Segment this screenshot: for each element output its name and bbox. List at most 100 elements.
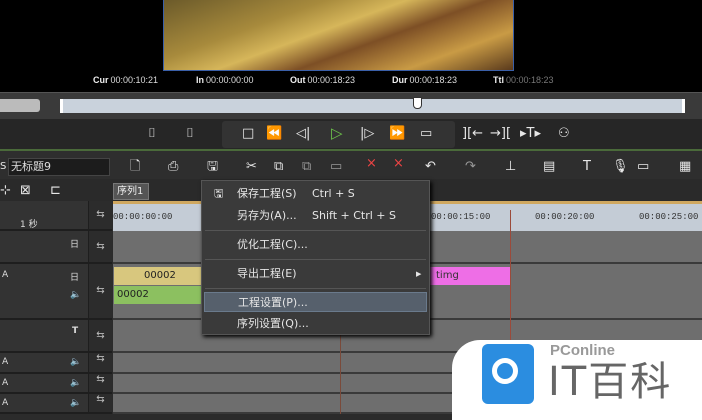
menu-shortcut: Ctrl + S bbox=[312, 187, 355, 200]
sync-icon[interactable]: ⇆ bbox=[88, 320, 112, 353]
pink-clip[interactable]: timg bbox=[430, 267, 510, 285]
audio-track-header: A 🔈 bbox=[0, 394, 88, 414]
step-back-icon[interactable]: ◁| bbox=[296, 127, 310, 141]
mixer-icon[interactable]: ▤ bbox=[543, 160, 555, 174]
fast-forward-icon[interactable]: ⏩ bbox=[389, 127, 405, 141]
menu-separator bbox=[205, 288, 426, 289]
out-label: Out bbox=[290, 75, 306, 85]
speaker-icon[interactable]: 🔈 bbox=[70, 398, 81, 408]
menu-item-save[interactable]: 🖫 保存工程(S) Ctrl + S bbox=[202, 184, 429, 204]
cut-icon[interactable]: ✂ bbox=[246, 160, 257, 174]
save-icon: 🖫 bbox=[214, 187, 224, 200]
out-timecode: Out 00:00:18:23 bbox=[290, 75, 355, 85]
menu-item-save-as[interactable]: 另存为(A)... Shift + Ctrl + S bbox=[202, 206, 429, 226]
audio-track-header: A 🔈 bbox=[0, 353, 88, 374]
ruler-tick: 00:00:20:00 bbox=[535, 212, 595, 222]
out-value: 00:00:18:23 bbox=[307, 75, 356, 85]
export-icon[interactable]: ⚇ bbox=[558, 127, 570, 141]
speaker-icon[interactable]: 🔈 bbox=[70, 290, 81, 300]
in-value: 00:00:00:00 bbox=[206, 75, 254, 85]
stop-icon[interactable]: □ bbox=[242, 127, 254, 141]
track-header: A 日 🔈 bbox=[0, 264, 88, 320]
menu-label: 工程设置(P)... bbox=[238, 296, 308, 309]
menu-label: 导出工程(E) bbox=[237, 267, 297, 280]
cur-label: Cur bbox=[93, 75, 109, 85]
insert-icon[interactable]: ▭ bbox=[330, 160, 342, 174]
track-toggle-icon[interactable]: 日 bbox=[70, 270, 79, 283]
expand-icon[interactable]: ⊹ bbox=[0, 184, 11, 198]
loop-icon[interactable]: ▭ bbox=[420, 127, 432, 141]
ruler-tick: 00:00:15:00 bbox=[431, 212, 491, 222]
set-out-icon[interactable]: ⌷ bbox=[186, 127, 194, 141]
track-label: A bbox=[2, 378, 9, 388]
menu-item-optimize[interactable]: 优化工程(C)... bbox=[202, 235, 429, 255]
menu-shortcut: Shift + Ctrl + S bbox=[312, 209, 396, 222]
step-forward-icon[interactable]: |▷ bbox=[360, 127, 374, 141]
menu-item-sequence-settings[interactable]: 序列设置(Q)... bbox=[202, 314, 429, 334]
rewind-icon[interactable]: ⏪ bbox=[266, 127, 282, 141]
title-track-header: T bbox=[0, 320, 88, 353]
scale-control[interactable]: 1 秒 bbox=[0, 201, 88, 231]
set-in-icon[interactable]: ⌷ bbox=[148, 127, 156, 141]
menu-label: 保存工程(S) bbox=[237, 187, 297, 200]
in-label: In bbox=[196, 75, 204, 85]
render-icon[interactable]: ▭ bbox=[637, 160, 649, 174]
track-header: 日 bbox=[0, 231, 88, 264]
tab-sequence[interactable]: 序列1 bbox=[113, 183, 149, 200]
project-title-input[interactable]: 无标题9 bbox=[8, 158, 110, 176]
copy-icon[interactable]: ⧉ bbox=[274, 160, 283, 174]
save-icon[interactable]: 🖫 bbox=[207, 160, 218, 174]
preview-image bbox=[163, 0, 514, 71]
open-icon[interactable]: ⎙ bbox=[168, 160, 178, 174]
scrub-bar[interactable] bbox=[60, 99, 685, 113]
redo-icon[interactable]: ↷ bbox=[465, 160, 476, 174]
scale-label: 1 秒 bbox=[20, 220, 38, 230]
split-icon[interactable]: ▸T▸ bbox=[520, 127, 541, 141]
menu-item-export[interactable]: 导出工程(E) ▶ bbox=[202, 264, 429, 284]
sync-icon[interactable]: ⇆ bbox=[88, 264, 112, 320]
sync-icon[interactable]: ⇆ bbox=[88, 231, 112, 264]
title-icon[interactable]: T bbox=[583, 160, 591, 174]
sync-icon[interactable]: ⇆ bbox=[88, 394, 112, 414]
audio-clip[interactable]: 00002 bbox=[114, 286, 204, 304]
sync-icon[interactable]: ⇆ bbox=[88, 353, 112, 374]
ruler-tick: 00:00:25:00 bbox=[639, 212, 699, 222]
track-label: A bbox=[2, 398, 9, 408]
sync-icon[interactable]: ⇆ bbox=[88, 201, 112, 231]
menu-item-project-settings[interactable]: 工程设置(P)... bbox=[204, 292, 427, 312]
ttl-value: 00:00:18:23 bbox=[506, 75, 554, 85]
play-icon[interactable]: ▷ bbox=[331, 126, 343, 141]
dur-value: 00:00:18:23 bbox=[409, 75, 458, 85]
delete-icon[interactable]: × bbox=[366, 157, 377, 171]
title-track-icon: T bbox=[72, 326, 79, 336]
track-toggle-icon[interactable]: 日 bbox=[70, 237, 79, 250]
go-in-icon[interactable]: ][← bbox=[462, 127, 483, 141]
undo-icon[interactable]: ↶ bbox=[425, 160, 436, 174]
mic-icon[interactable]: 🎙 bbox=[612, 160, 629, 174]
speaker-icon[interactable]: 🔈 bbox=[70, 378, 81, 388]
watermark-brand: PConline bbox=[550, 342, 616, 359]
new-icon[interactable]: 🗋 bbox=[130, 160, 140, 174]
ttl-label: Ttl bbox=[493, 75, 504, 85]
zoom-slider[interactable] bbox=[0, 99, 40, 112]
video-clip[interactable]: 00002 bbox=[114, 267, 204, 285]
playhead-marker[interactable] bbox=[413, 97, 422, 109]
menu-separator bbox=[205, 259, 426, 260]
snap-icon[interactable]: ⊏ bbox=[50, 184, 61, 198]
sync-icon[interactable]: ⇆ bbox=[88, 374, 112, 394]
paste-icon[interactable]: ⧉ bbox=[302, 160, 311, 174]
grid-icon[interactable]: ▦ bbox=[679, 160, 691, 174]
link-icon[interactable]: ⊠ bbox=[20, 184, 31, 198]
marker-icon[interactable]: ⊥ bbox=[505, 160, 516, 174]
s-icon: S bbox=[0, 161, 7, 172]
in-timecode: In 00:00:00:00 bbox=[196, 75, 254, 85]
save-dropdown-menu: 🖫 保存工程(S) Ctrl + S 另存为(A)... Shift + Ctrl +… bbox=[201, 180, 430, 335]
watermark-name: IT百科 bbox=[548, 359, 673, 405]
clip-label: 00002 bbox=[117, 289, 149, 300]
ripple-delete-icon[interactable]: × bbox=[393, 157, 404, 171]
track-label: A bbox=[2, 357, 9, 367]
watermark-logo bbox=[482, 344, 534, 404]
menu-label: 优化工程(C)... bbox=[237, 238, 308, 251]
go-out-icon[interactable]: →][ bbox=[490, 127, 511, 141]
speaker-icon[interactable]: 🔈 bbox=[70, 357, 81, 367]
